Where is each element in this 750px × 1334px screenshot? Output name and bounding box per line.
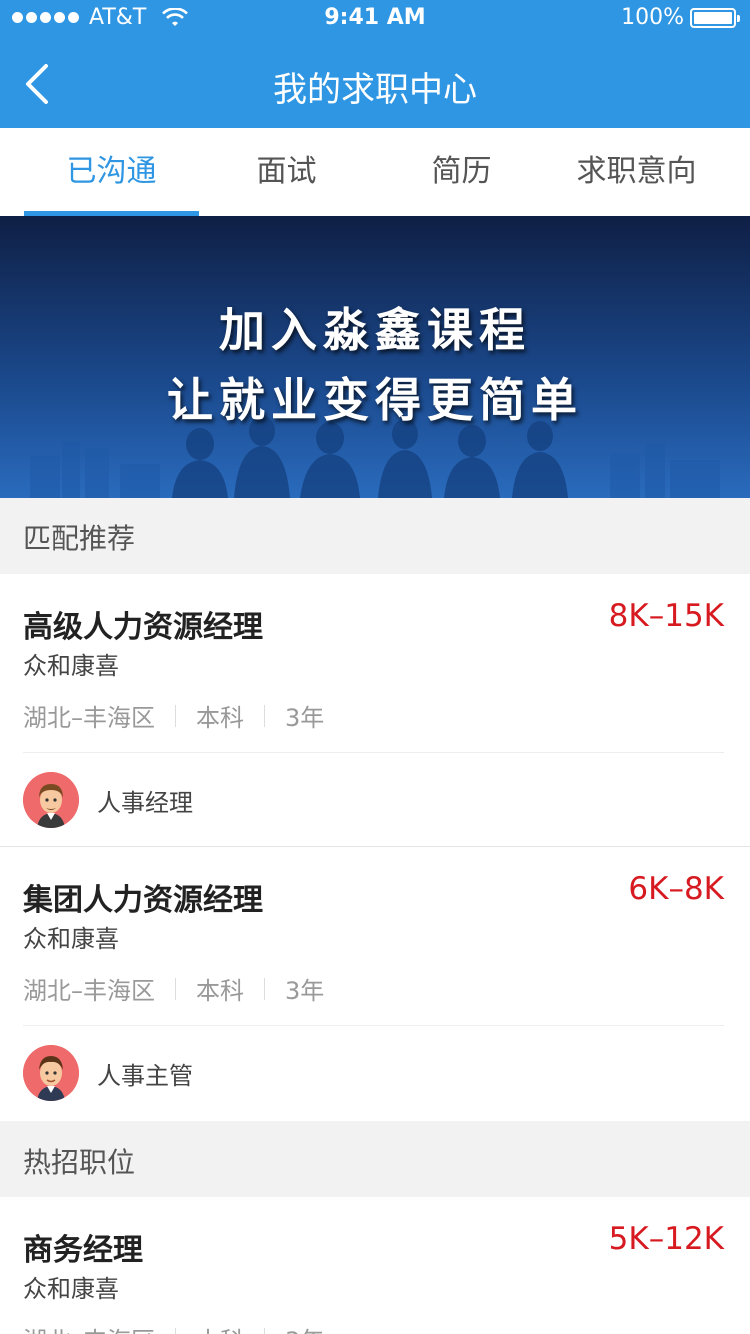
tab-label: 求职意向 [576,154,697,189]
card-divider [23,752,724,753]
battery-icon [690,7,740,28]
meta-divider [264,1327,265,1334]
recruiter-row[interactable]: 人事主管 [23,1045,193,1101]
header: AT&T 9:41 AM 100% 我的求职中心 [0,0,750,128]
job-company: 众和康喜 [23,925,119,953]
status-right: 100% [621,5,740,30]
job-education: 本科 [196,704,244,732]
page-title: 我的求职中心 [273,70,477,110]
recruiter-name: 人事主管 [97,1061,193,1090]
job-title: 高级人力资源经理 [23,610,263,645]
meta-divider [175,704,176,727]
banner-headline: 加入淼鑫课程 [219,303,531,357]
job-location: 湖北–丰海区 [23,977,155,1005]
banner-subline: 让就业变得更简单 [167,373,583,427]
tab-label: 面试 [256,154,317,189]
job-title: 集团人力资源经理 [23,883,263,918]
card-divider [23,1025,724,1026]
recruiter-name: 人事经理 [97,788,193,817]
job-meta: 湖北–丰海区 本科 3年 [23,971,324,1006]
job-card[interactable]: 商务经理 5K–12K 众和康喜 湖北–丰海区 本科 3年 [0,1197,750,1334]
job-education: 本科 [196,1321,244,1334]
job-location: 湖北–丰海区 [23,704,155,732]
job-experience: 3年 [285,1321,324,1334]
job-meta: 湖北–丰海区 本科 3年 [23,698,324,733]
job-salary: 5K–12K [608,1221,724,1257]
tab-job-intention[interactable]: 求职意向 [549,128,724,216]
job-card[interactable]: 高级人力资源经理 8K–15K 众和康喜 湖北–丰海区 本科 3年 人事经理 [0,574,750,846]
section-match-recommend: 匹配推荐 [0,498,750,574]
promo-banner[interactable]: 加入淼鑫课程 让就业变得更简单 [0,216,750,498]
job-experience: 3年 [285,977,325,1005]
section-hot-jobs: 热招职位 [0,1121,750,1197]
avatar [23,1045,79,1101]
tab-label: 简历 [431,154,492,189]
job-company: 众和康喜 [23,1275,119,1303]
tab-communicated[interactable]: 已沟通 [24,128,199,216]
recruiter-row[interactable]: 人事经理 [23,772,193,828]
job-education: 本科 [196,977,244,1005]
job-experience: 3年 [285,704,325,732]
tab-interview[interactable]: 面试 [199,128,374,216]
job-salary: 8K–15K [608,598,724,634]
job-title: 商务经理 [23,1233,143,1268]
meta-divider [175,977,176,1000]
tab-label: 已沟通 [66,154,157,189]
job-card[interactable]: 集团人力资源经理 6K–8K 众和康喜 湖北–丰海区 本科 3年 人事主管 [0,847,750,1121]
tab-resume[interactable]: 简历 [374,128,549,216]
battery-percent: 100% [621,5,684,30]
job-location: 湖北–丰海区 [23,1321,155,1334]
nav-bar: 我的求职中心 [0,40,750,128]
meta-divider [264,977,265,1000]
status-bar: AT&T 9:41 AM 100% [0,0,750,40]
meta-divider [264,704,265,727]
job-salary: 6K–8K [628,871,724,907]
tab-bar: 已沟通 面试 简历 求职意向 [0,128,750,216]
job-meta: 湖北–丰海区 本科 3年 [23,1321,324,1334]
avatar [23,772,79,828]
meta-divider [175,1327,176,1334]
job-company: 众和康喜 [23,652,119,680]
